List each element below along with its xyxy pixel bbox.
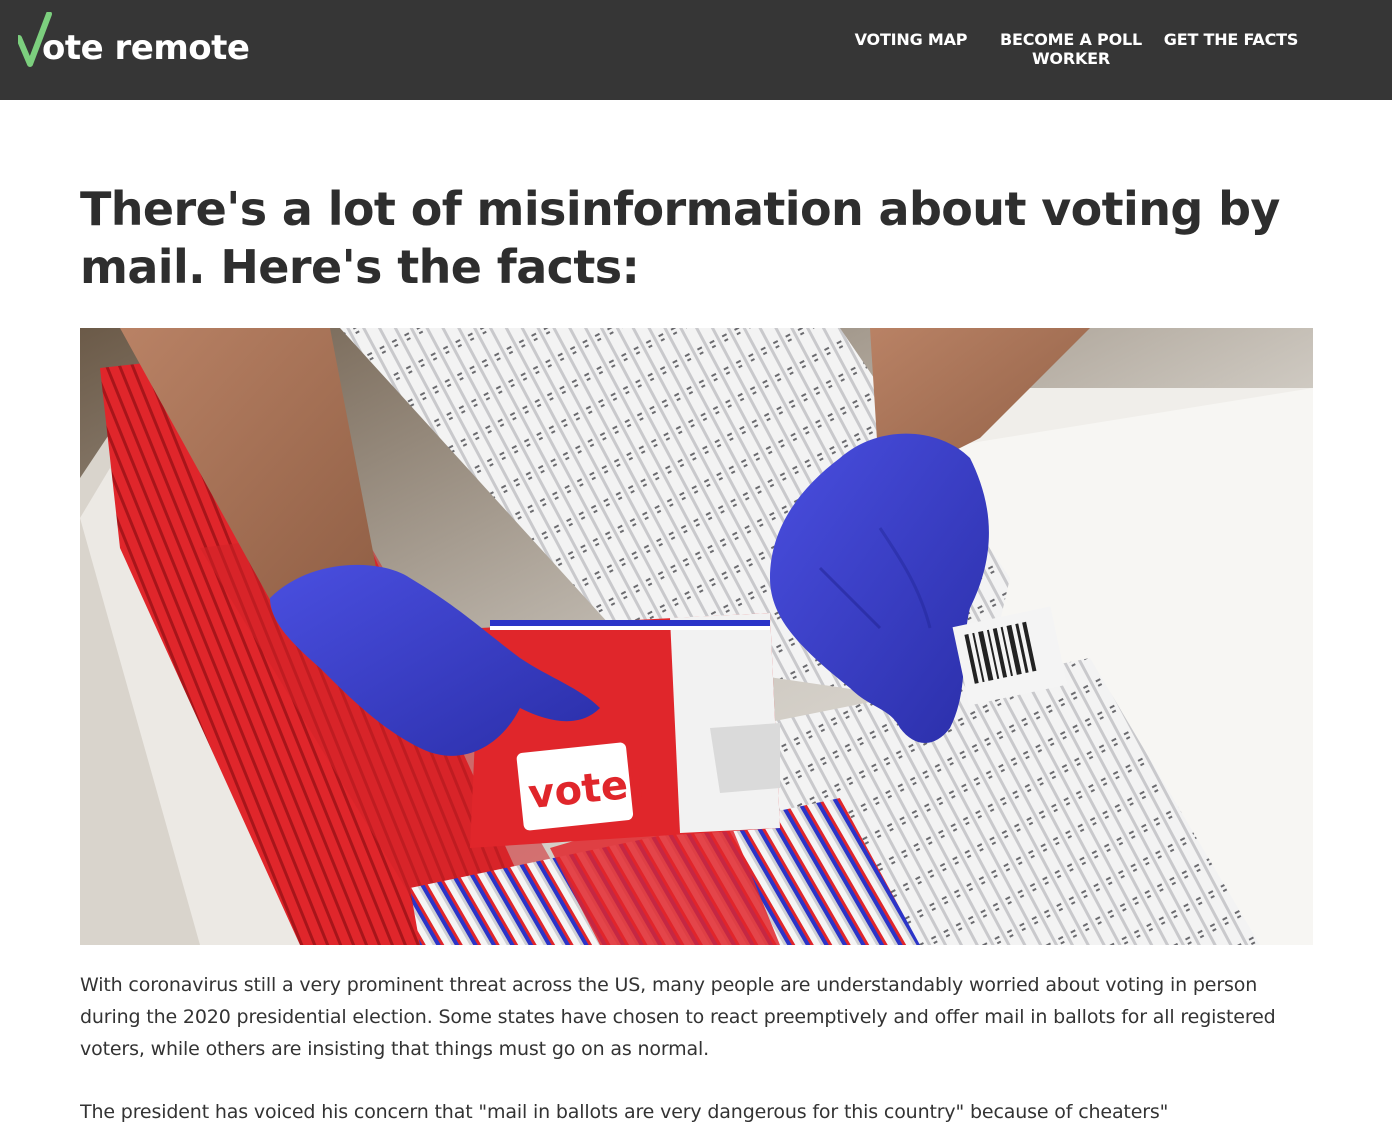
- nav-get-the-facts[interactable]: GET THE FACTS: [1160, 30, 1302, 49]
- second-paragraph: The president has voiced his concern tha…: [80, 1101, 1169, 1123]
- page-title: There's a lot of misinformation about vo…: [80, 182, 1280, 294]
- site-header: ote remote VOTING MAP BECOME A POLL WORK…: [0, 0, 1392, 100]
- mail-ballots-photo: vote!: [80, 328, 1313, 945]
- nav-voting-map[interactable]: VOTING MAP: [846, 30, 976, 49]
- hero-image: vote!: [80, 328, 1313, 945]
- intro-paragraph: With coronavirus still a very prominent …: [80, 974, 1276, 1060]
- nav-become-poll-worker[interactable]: BECOME A POLL WORKER: [996, 30, 1146, 68]
- main-nav: VOTING MAP BECOME A POLL WORKER GET THE …: [0, 30, 1392, 80]
